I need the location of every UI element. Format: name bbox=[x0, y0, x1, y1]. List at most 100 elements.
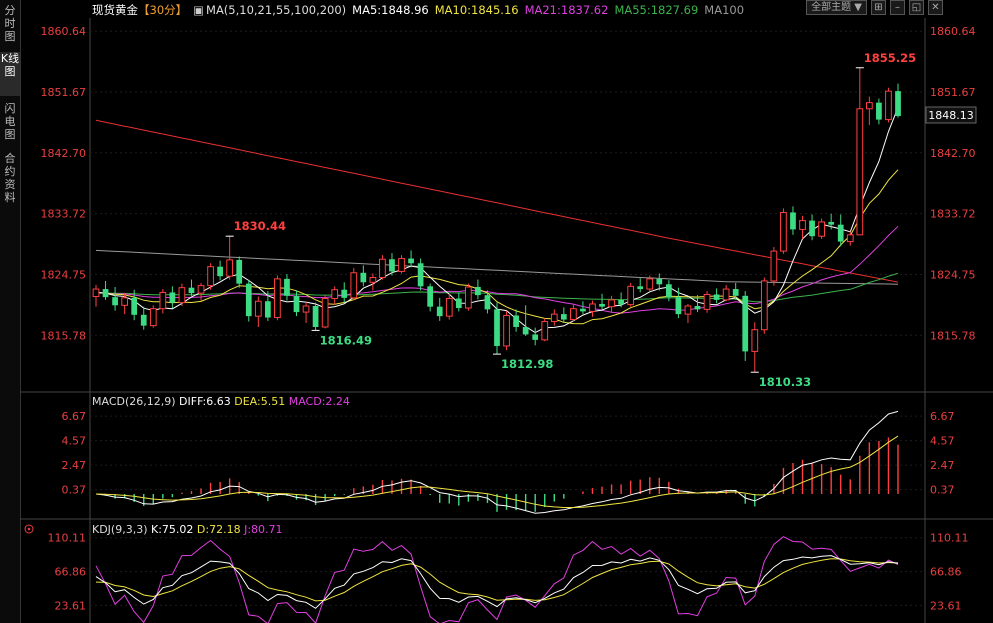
candle-body-down bbox=[102, 289, 109, 298]
candle-body-up bbox=[178, 287, 186, 304]
candle-body-down bbox=[455, 298, 462, 309]
candle-body-up bbox=[799, 220, 806, 230]
candle-body-up bbox=[780, 211, 787, 252]
candle-body-down bbox=[293, 295, 300, 313]
candle-body-down bbox=[580, 308, 586, 312]
price-tick-left: 1824.75 bbox=[41, 268, 87, 281]
price-tick-right: 1851.67 bbox=[930, 86, 976, 99]
candle-body-up bbox=[207, 266, 214, 287]
macd-value: MACD:2.24 bbox=[288, 395, 350, 408]
price-tick-right: 1815.78 bbox=[930, 329, 976, 342]
current-price: 1848.13 bbox=[928, 109, 974, 122]
price-tick-right: 1824.75 bbox=[930, 268, 976, 281]
candle-body-down bbox=[694, 305, 701, 310]
macd-tick-left: 4.57 bbox=[62, 435, 87, 448]
macd-diff: DIFF:6.63 bbox=[179, 395, 231, 408]
candle-body-up bbox=[856, 108, 864, 236]
kdj-k: K:75.02 bbox=[151, 523, 194, 536]
candle-body-up bbox=[589, 303, 596, 312]
candle-body-up bbox=[350, 272, 358, 299]
annotation-low3: 1810.33 bbox=[759, 375, 811, 389]
ma200-line bbox=[95, 119, 899, 283]
macd-tick-left: 6.67 bbox=[62, 410, 87, 423]
candle-body-down bbox=[876, 102, 882, 120]
candle-body-down bbox=[169, 292, 176, 303]
candle-body-up bbox=[503, 314, 510, 347]
candle-body-down bbox=[809, 220, 815, 237]
macd-params: MACD(26,12,9) bbox=[92, 395, 176, 408]
candle-body-down bbox=[675, 297, 682, 315]
candle-body-up bbox=[818, 221, 825, 237]
candle-body-up bbox=[550, 313, 558, 323]
macd-header: MACD(26,12,9) DIFF:6.63 DEA:5.51 MACD:2.… bbox=[92, 395, 350, 408]
kdj-tick-right: 66.86 bbox=[930, 566, 962, 579]
kdj-tick-left: 66.86 bbox=[55, 566, 87, 579]
candle-body-up bbox=[646, 278, 654, 290]
candle-body-down bbox=[522, 327, 529, 335]
price-tick-right: 1833.72 bbox=[930, 208, 976, 221]
candle-body-up bbox=[760, 280, 768, 331]
candle-body-down bbox=[245, 283, 252, 317]
candle-body-down bbox=[494, 309, 500, 346]
candle-body-down bbox=[284, 278, 290, 296]
candle-body-down bbox=[532, 334, 539, 340]
candle-body-up bbox=[570, 308, 577, 321]
kdj-tick-right: 23.61 bbox=[930, 599, 962, 612]
candle-body-up bbox=[159, 291, 167, 310]
candle-body-down bbox=[484, 295, 491, 310]
candle-body-down bbox=[408, 258, 414, 264]
annotation-high2: 1855.25 bbox=[864, 51, 916, 65]
candle-body-down bbox=[665, 284, 672, 298]
candle-body-up bbox=[321, 298, 329, 328]
candle-body-down bbox=[389, 259, 395, 272]
candle-body-up bbox=[398, 258, 405, 272]
kdj-tick-right: 110.11 bbox=[930, 532, 969, 545]
candle-body-up bbox=[226, 259, 234, 277]
annotation-low1: 1816.49 bbox=[320, 333, 372, 347]
candle-body-down bbox=[427, 286, 434, 307]
candle-body-up bbox=[254, 300, 262, 317]
candle-body-down bbox=[217, 266, 223, 277]
candle-body-up bbox=[197, 285, 205, 294]
candle-body-down bbox=[341, 289, 348, 298]
candle-body-up bbox=[684, 305, 692, 315]
candle-body-up bbox=[608, 299, 615, 308]
macd-tick-left: 0.37 bbox=[62, 484, 87, 497]
candle-body-down bbox=[264, 301, 271, 318]
candle-body-up bbox=[302, 305, 310, 313]
candle-body-up bbox=[379, 258, 386, 279]
candle-body-down bbox=[599, 303, 605, 307]
candle-body-up bbox=[541, 321, 549, 341]
candle-body-down bbox=[312, 305, 319, 327]
candle-body-up bbox=[445, 298, 453, 317]
candle-body-down bbox=[732, 289, 739, 296]
price-tick-left: 1851.67 bbox=[41, 86, 87, 99]
kdj-j-line bbox=[95, 536, 899, 623]
candle-body-down bbox=[417, 263, 424, 287]
price-tick-right: 1842.70 bbox=[930, 147, 976, 160]
candle-body-down bbox=[742, 295, 749, 352]
candle-body-up bbox=[121, 297, 129, 306]
candle-body-up bbox=[274, 278, 281, 319]
candle-body-up bbox=[865, 102, 873, 110]
price-tick-left: 1860.64 bbox=[41, 25, 87, 38]
candle-body-down bbox=[140, 314, 147, 326]
candle-body-up bbox=[331, 289, 339, 300]
annotation-high1: 1830.44 bbox=[234, 219, 286, 233]
candle-body-down bbox=[828, 221, 835, 225]
macd-dea: DEA:5.51 bbox=[234, 395, 286, 408]
candle-body-down bbox=[837, 224, 844, 242]
candle-body-up bbox=[627, 285, 635, 306]
candle-body-down bbox=[790, 212, 796, 230]
price-tick-left: 1842.70 bbox=[41, 147, 87, 160]
candle-body-up bbox=[149, 308, 157, 327]
candle-body-down bbox=[436, 306, 443, 317]
candle-body-down bbox=[656, 278, 663, 285]
macd-tick-right: 2.47 bbox=[930, 459, 955, 472]
candle-body-down bbox=[637, 286, 644, 290]
candle-body-down bbox=[618, 299, 624, 305]
macd-tick-left: 2.47 bbox=[62, 459, 87, 472]
price-tick-left: 1815.78 bbox=[41, 329, 87, 342]
candle-body-down bbox=[475, 287, 481, 296]
candle-body-down bbox=[560, 314, 567, 320]
